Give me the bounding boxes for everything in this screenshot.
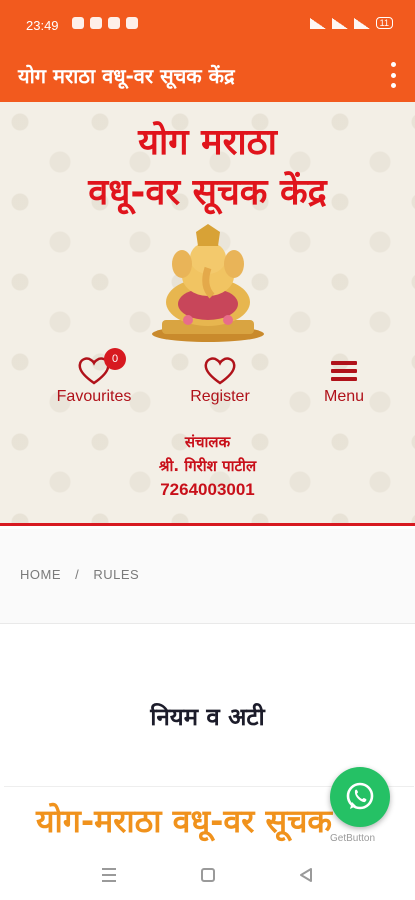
contact-phone[interactable]: 7264003001 <box>0 480 415 500</box>
contact-info: संचालक श्री. गिरीश पाटील 7264003001 <box>0 432 415 500</box>
recent-apps-icon[interactable] <box>102 868 116 882</box>
favourites-button[interactable]: 0 Favourites <box>46 348 142 406</box>
breadcrumb-home-link[interactable]: HOME <box>20 567 61 582</box>
getbutton-label[interactable]: GetButton <box>330 833 375 844</box>
app-notification-icon <box>72 17 84 29</box>
mail-notification-icon <box>90 17 102 29</box>
system-nav-bar <box>0 854 415 900</box>
status-bar: 23:49 11 <box>0 0 415 50</box>
home-icon[interactable] <box>201 868 215 882</box>
wifi-icon <box>309 17 326 29</box>
brand-title-line1: योग मराठा <box>138 122 277 163</box>
app-bar: योग मराठा वधू-वर सूचक केंद्र <box>0 50 415 102</box>
breadcrumb: HOME / RULES <box>0 529 415 624</box>
media-notification-icon <box>108 17 120 29</box>
signal-2-icon <box>353 17 370 29</box>
whatsapp-button[interactable] <box>330 767 390 827</box>
breadcrumb-current: RULES <box>93 567 140 582</box>
register-label: Register <box>190 388 250 405</box>
system-icons: 11 <box>309 17 393 29</box>
play-notification-icon <box>126 17 138 29</box>
contact-role: संचालक <box>184 433 231 451</box>
status-time: 23:49 <box>26 18 59 33</box>
whatsapp-icon <box>346 782 374 810</box>
brand-title-line2: वधू-वर सूचक केंद्र <box>88 172 327 213</box>
battery-icon: 11 <box>375 17 393 29</box>
heart-icon <box>204 357 236 385</box>
back-icon[interactable] <box>298 867 314 883</box>
favourites-count-badge: 0 <box>104 348 126 370</box>
favourites-label: Favourites <box>56 388 132 405</box>
site-header: योग मराठा वधू-वर सूचक केंद्र 0 Favourite… <box>0 102 415 526</box>
menu-button[interactable]: Menu <box>300 356 388 406</box>
notification-icons <box>72 17 138 29</box>
overflow-menu-icon[interactable] <box>389 62 397 88</box>
breadcrumb-separator: / <box>75 567 80 582</box>
ganesha-image <box>152 224 264 342</box>
register-button[interactable]: Register <box>172 356 268 406</box>
menu-label: Menu <box>323 388 365 405</box>
page-title: नियम व अटी <box>150 703 265 731</box>
contact-name: श्री. गिरीश पाटील <box>158 457 257 475</box>
app-title: योग मराठा वधू-वर सूचक केंद्र <box>18 64 235 88</box>
banner-text: योग-मराठा वधू-वर सूचक <box>36 802 332 840</box>
hamburger-icon <box>331 361 357 381</box>
signal-icon <box>331 17 348 29</box>
